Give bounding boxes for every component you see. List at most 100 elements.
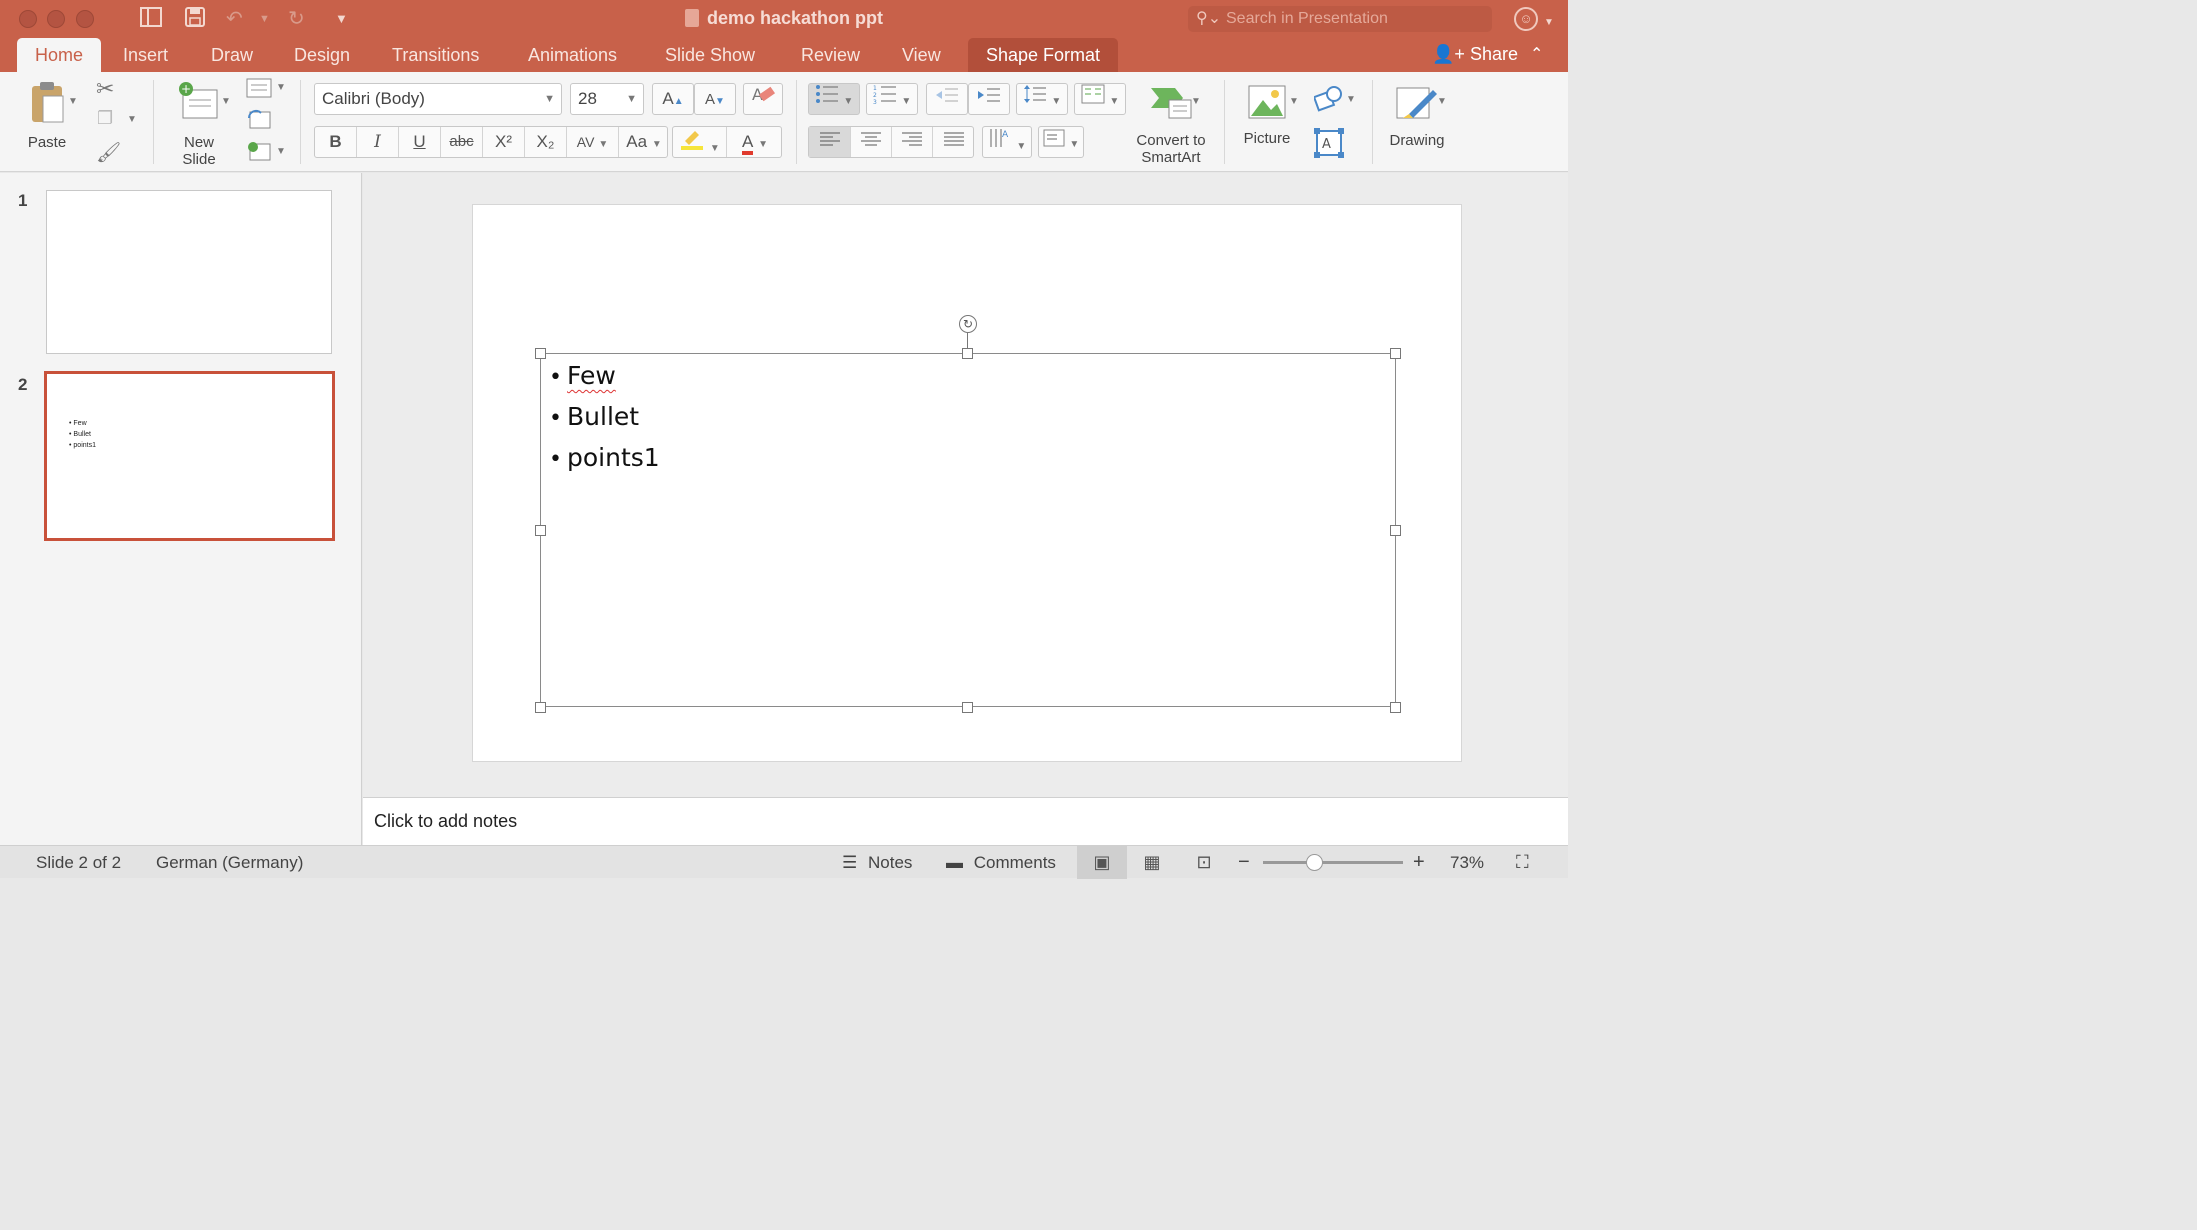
tab-review[interactable]: Review xyxy=(787,38,874,72)
increase-indent-button[interactable] xyxy=(968,83,1010,115)
align-left-button[interactable] xyxy=(809,127,851,157)
format-painter-icon[interactable]: 🖌 xyxy=(96,140,121,165)
tab-insert[interactable]: Insert xyxy=(109,38,182,72)
reset-slide-icon[interactable] xyxy=(246,108,272,135)
resize-handle-bottom-left[interactable] xyxy=(535,702,546,713)
underline-button[interactable]: U xyxy=(399,127,441,157)
text-direction-button[interactable]: A ▼ xyxy=(982,126,1032,158)
new-slide-dropdown-icon[interactable]: ▼ xyxy=(221,96,231,107)
picture-button[interactable]: Picture xyxy=(1236,84,1298,147)
zoom-level[interactable]: 73% xyxy=(1450,846,1484,879)
character-spacing-button[interactable]: AV ▼ xyxy=(567,127,619,157)
list-item[interactable]: • Bullet xyxy=(549,399,660,440)
shapes-dropdown-icon[interactable]: ▼ xyxy=(1346,94,1356,105)
tab-view[interactable]: View xyxy=(888,38,955,72)
grow-font-button[interactable]: A▲ xyxy=(652,83,694,115)
font-name-select[interactable]: Calibri (Body) ▼ xyxy=(314,83,562,115)
copy-icon[interactable]: ❐ xyxy=(97,108,113,129)
section-dropdown-icon[interactable]: ▼ xyxy=(276,146,286,157)
zoom-slider-knob[interactable] xyxy=(1306,854,1323,871)
svg-text:1: 1 xyxy=(873,85,877,92)
decrease-indent-button[interactable] xyxy=(926,83,968,115)
search-input[interactable]: ⚲⌄ Search in Presentation xyxy=(1188,6,1492,32)
bullet-list[interactable]: • Few • Bullet • points1 xyxy=(549,358,660,481)
tab-transitions[interactable]: Transitions xyxy=(378,38,493,72)
grow-arrow-icon: ▲ xyxy=(673,96,684,107)
feedback-smiley-icon[interactable]: ☺ xyxy=(1514,7,1538,31)
subscript-button[interactable]: X₂ xyxy=(525,127,567,157)
paste-button[interactable]: Paste xyxy=(22,80,72,151)
italic-button[interactable]: I xyxy=(357,127,399,157)
resize-handle-right[interactable] xyxy=(1390,525,1401,536)
zoom-out-icon[interactable]: − xyxy=(1238,846,1250,879)
smartart-dropdown-icon[interactable]: ▼ xyxy=(1191,96,1201,107)
drawing-button[interactable]: Drawing xyxy=(1384,84,1450,149)
fit-to-window-icon[interactable]: ⛶ xyxy=(1516,846,1529,879)
resize-handle-bottom[interactable] xyxy=(962,702,973,713)
content-text-box[interactable]: • Few • Bullet • points1 xyxy=(535,348,1401,713)
layout-dropdown-icon[interactable]: ▼ xyxy=(276,82,286,93)
strikethrough-button[interactable]: abc xyxy=(441,127,483,157)
font-size-select[interactable]: 28 ▼ xyxy=(570,83,644,115)
list-item[interactable]: • Few xyxy=(549,358,660,399)
shrink-arrow-icon: ▼ xyxy=(715,96,725,107)
section-icon[interactable] xyxy=(246,140,272,167)
shrink-font-button[interactable]: A▼ xyxy=(694,83,736,115)
resize-handle-top-right[interactable] xyxy=(1390,348,1401,359)
resize-handle-top-left[interactable] xyxy=(535,348,546,359)
normal-view-button[interactable]: ▣ xyxy=(1077,846,1127,879)
tab-slide-show[interactable]: Slide Show xyxy=(651,38,769,72)
notes-field[interactable]: Click to add notes xyxy=(363,797,1568,845)
drawing-dropdown-icon[interactable]: ▼ xyxy=(1437,96,1447,107)
zoom-slider[interactable] xyxy=(1263,861,1403,864)
align-right-button[interactable] xyxy=(892,127,933,157)
slide-sorter-view-button[interactable]: ▦ xyxy=(1129,846,1175,879)
new-slide-button[interactable]: + New Slide xyxy=(168,80,230,168)
superscript-button[interactable]: X² xyxy=(483,127,525,157)
shapes-icon[interactable] xyxy=(1312,84,1344,117)
slide-show-view-button[interactable]: ⊡ xyxy=(1181,846,1227,879)
justify-button[interactable] xyxy=(933,127,975,157)
share-button[interactable]: 👤+ Share xyxy=(1432,38,1518,72)
svg-text:A: A xyxy=(1322,137,1331,152)
zoom-in-icon[interactable]: + xyxy=(1413,846,1425,879)
numbering-button[interactable]: 123 ▼ xyxy=(866,83,918,115)
change-case-button[interactable]: Aa ▼ xyxy=(619,127,669,157)
bullets-button[interactable]: ▼ xyxy=(808,83,860,115)
line-spacing-button[interactable]: ▼ xyxy=(1016,83,1068,115)
layout-icon[interactable] xyxy=(246,78,272,103)
convert-to-smartart-button[interactable]: Convert to SmartArt xyxy=(1126,84,1216,166)
language-indicator[interactable]: German (Germany) xyxy=(156,846,303,879)
feedback-dropdown-icon[interactable]: ▼ xyxy=(1544,11,1554,35)
clear-formatting-button[interactable]: A xyxy=(743,83,783,115)
slide-thumbnail-2[interactable]: Few Bullet points1 xyxy=(44,371,335,541)
current-slide[interactable]: ↻ • Few • Bullet • points1 xyxy=(472,204,1462,762)
copy-dropdown-icon[interactable]: ▼ xyxy=(127,114,137,125)
color-group: ▼ A ▼ xyxy=(672,126,782,158)
slide-thumbnail-1[interactable] xyxy=(46,190,332,354)
tab-home[interactable]: Home xyxy=(17,38,101,72)
tab-shape-format[interactable]: Shape Format xyxy=(968,38,1119,72)
collapse-ribbon-icon[interactable]: ⌃ xyxy=(1530,44,1543,64)
align-center-button[interactable] xyxy=(851,127,892,157)
increase-indent-icon xyxy=(977,88,1001,108)
resize-handle-left[interactable] xyxy=(535,525,546,536)
notes-toggle-button[interactable]: ☰ Notes xyxy=(842,846,912,879)
tab-draw[interactable]: Draw xyxy=(197,38,267,72)
text-box-icon[interactable]: A xyxy=(1314,128,1344,163)
cut-icon[interactable]: ✂ xyxy=(96,76,114,102)
comments-toggle-button[interactable]: ▬ Comments xyxy=(946,846,1056,879)
bold-button[interactable]: B xyxy=(315,127,357,157)
picture-dropdown-icon[interactable]: ▼ xyxy=(1289,96,1299,107)
align-text-button[interactable]: ▼ xyxy=(1038,126,1084,158)
font-color-button[interactable]: A ▼ xyxy=(727,127,783,157)
rotate-handle-icon[interactable]: ↻ xyxy=(959,315,977,333)
tab-animations[interactable]: Animations xyxy=(514,38,631,72)
list-item[interactable]: • points1 xyxy=(549,440,660,481)
resize-handle-top[interactable] xyxy=(962,348,973,359)
resize-handle-bottom-right[interactable] xyxy=(1390,702,1401,713)
highlight-color-button[interactable]: ▼ xyxy=(673,127,727,157)
columns-button[interactable]: ▼ xyxy=(1074,83,1126,115)
paste-dropdown-icon[interactable]: ▼ xyxy=(68,96,78,107)
tab-design[interactable]: Design xyxy=(280,38,364,72)
